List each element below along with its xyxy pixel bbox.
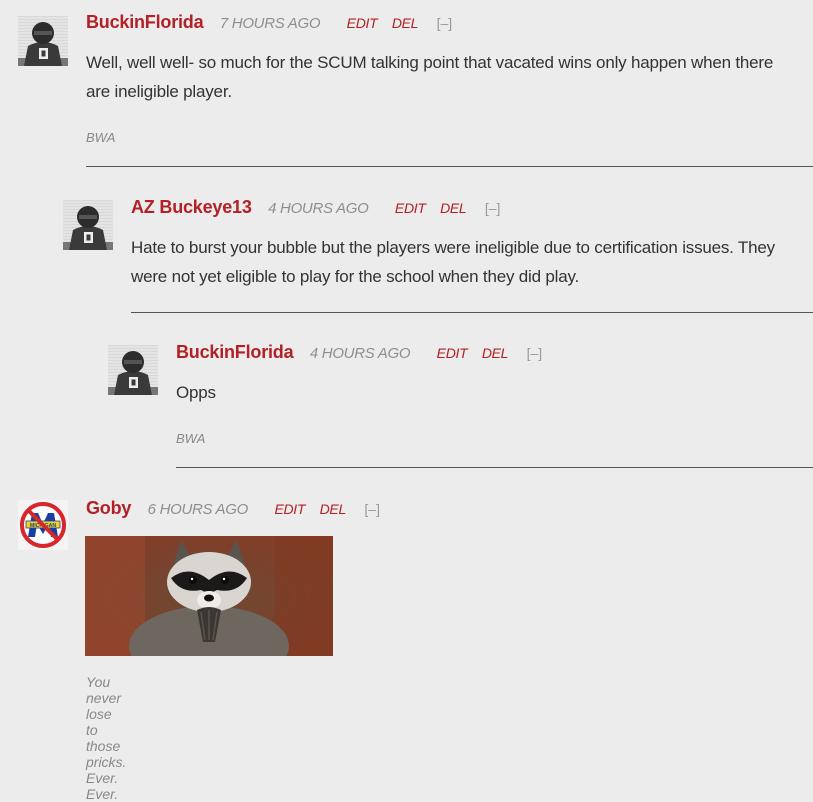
helmet-avatar-icon (63, 200, 113, 250)
helmet-avatar-icon (18, 16, 68, 66)
comment-divider (131, 312, 813, 313)
comment-header: AZ Buckeye13 4 HOURS AGO EDIT DEL [–] (131, 197, 500, 219)
collapse-toggle[interactable]: [–] (485, 200, 501, 216)
delete-link[interactable]: DEL (482, 345, 509, 361)
user-avatar[interactable] (108, 345, 158, 395)
author-name[interactable]: BuckinFlorida (86, 12, 204, 32)
delete-link[interactable]: DEL (320, 501, 347, 517)
raccoon-meme-image[interactable] (85, 536, 333, 656)
raccoon-image-icon (85, 536, 333, 656)
comment-header: BuckinFlorida 4 HOURS AGO EDIT DEL [–] (176, 342, 542, 364)
user-signature: BWA (86, 130, 116, 145)
author-name[interactable]: BuckinFlorida (176, 342, 294, 362)
edit-link[interactable]: EDIT (437, 345, 468, 361)
collapse-toggle[interactable]: [–] (527, 345, 543, 361)
comment-header: BuckinFlorida 7 HOURS AGO EDIT DEL [–] (86, 12, 452, 34)
comment-header: Goby 6 HOURS AGO EDIT DEL [–] (86, 498, 380, 520)
comment-caption: You never lose to those pricks. Ever. Ev… (86, 674, 127, 802)
user-signature: BWA (176, 431, 206, 446)
comment-divider (176, 467, 813, 468)
edit-link[interactable]: EDIT (395, 200, 426, 216)
user-avatar[interactable] (63, 200, 113, 250)
comment-body: Opps (176, 383, 216, 402)
delete-link[interactable]: DEL (392, 15, 419, 31)
helmet-avatar-icon (108, 345, 158, 395)
author-name[interactable]: AZ Buckeye13 (131, 197, 252, 217)
comment-body: Hate to burst your bubble but the player… (131, 238, 775, 286)
comment-divider (86, 166, 813, 167)
edit-link[interactable]: EDIT (347, 15, 378, 31)
collapse-toggle[interactable]: [–] (364, 501, 380, 517)
comment-timestamp[interactable]: 7 HOURS AGO (220, 15, 321, 32)
comment-timestamp[interactable]: 4 HOURS AGO (310, 345, 411, 362)
collapse-toggle[interactable]: [–] (437, 15, 453, 31)
comment-body: Well, well well- so much for the SCUM ta… (86, 53, 774, 101)
no-michigan-avatar-icon: MICHIGAN (18, 500, 68, 550)
user-avatar[interactable]: MICHIGAN (18, 500, 68, 550)
edit-link[interactable]: EDIT (274, 501, 305, 517)
author-name[interactable]: Goby (86, 498, 131, 518)
delete-link[interactable]: DEL (440, 200, 467, 216)
user-avatar[interactable] (18, 16, 68, 66)
comment-timestamp[interactable]: 6 HOURS AGO (148, 501, 249, 518)
comment-timestamp[interactable]: 4 HOURS AGO (268, 200, 369, 217)
